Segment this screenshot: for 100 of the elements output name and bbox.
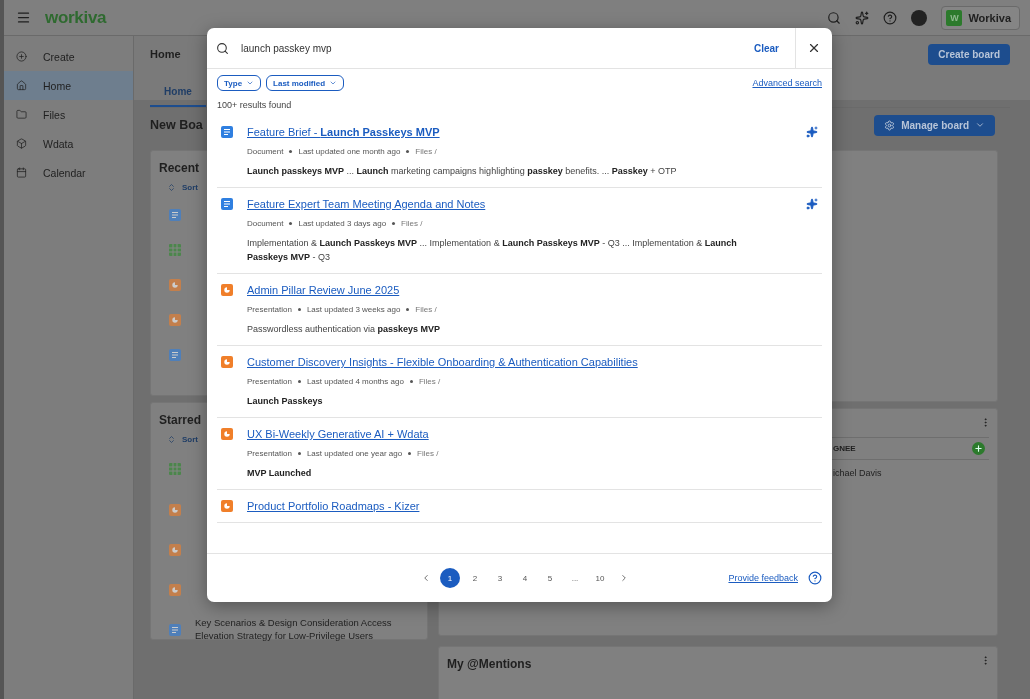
organization-button[interactable]: W Workiva [941,5,1020,30]
document-icon [221,198,233,210]
document-icon [169,209,181,221]
spreadsheet-icon [169,463,181,475]
clear-button[interactable]: Clear [752,38,781,58]
document-icon [221,126,233,138]
sidebar-label: Calendar [43,166,86,179]
add-icon[interactable] [972,442,985,455]
result-location: Files / [417,449,439,458]
page-button[interactable]: 4 [515,568,535,588]
spreadsheet-icon [169,243,181,256]
chevron-right-icon [619,573,629,583]
document-icon [169,349,181,361]
result-title-link[interactable]: Feature Brief - Launch Passkeys MVP [247,125,764,139]
result-title-link[interactable]: UX Bi-Weekly Generative AI + Wdata [247,427,764,441]
presentation-icon [221,356,233,368]
result-snippet: Launch passkeys MVP ... Launch marketing campaigns highlighting passkey benefits. ... Passkey + OTP [247,165,678,178]
cube-icon [16,138,27,149]
home-icon [16,80,27,91]
file-name[interactable]: Key Scenarios & Design Consideration Access Elevation Strategy for Low-Privilege Users [195,616,395,642]
advanced-search-link[interactable]: Advanced search [752,78,822,88]
board-title: New Boa [150,118,203,132]
help-button[interactable] [883,10,898,25]
result-updated: Last updated one year ago [306,449,403,458]
sidebar-label: Files [43,108,66,121]
page-button[interactable]: ... [565,568,585,588]
menu-button[interactable] [16,10,31,25]
result-title-link[interactable]: Product Portfolio Roadmaps - Kizer [247,499,764,513]
result-location: Files / [401,219,423,228]
result-updated: Last updated 3 weeks ago [306,305,401,314]
logo: workiva [45,7,107,28]
sidebar-item[interactable]: Home [4,71,133,100]
chevron-left-icon [421,573,431,583]
feedback-link[interactable]: Provide feedback [728,573,798,583]
result-title-link[interactable]: Feature Expert Team Meeting Agenda and Notes [247,197,764,211]
search-button[interactable] [827,10,842,25]
search-icon [216,41,229,55]
result-type: Document [247,147,284,156]
caret-icon [329,79,338,87]
presentation-icon [169,543,181,556]
result-snippet: Launch Passkeys [247,395,324,408]
caret-icon [246,79,255,87]
card-title: My @Mentions [447,657,532,671]
presentation-icon [169,314,181,326]
result-snippet: Implementation & Launch Passkeys MVP ... Implementation & Launch Passkeys MVP - Q3 ... Implementation & Launch Passkeys MVP - Q3 [247,237,738,264]
card-title: Starred [159,413,202,427]
sidebar-item[interactable]: Files [4,100,133,129]
card-title: Recent [159,161,199,175]
sparkle-button[interactable] [855,10,870,25]
result-type: Presentation [247,449,292,458]
presentation-icon [221,500,233,512]
table-cell: ichael Davis [833,468,882,478]
result-snippet: Passwordless authentication via passkeys MVP [247,323,442,336]
sidebar-item[interactable]: Calendar [4,158,133,187]
result-type: Presentation [247,377,292,386]
sidebar-label: Create [43,50,75,63]
result-location: Files / [418,377,441,386]
avatar[interactable] [911,9,928,26]
sort-icon [167,183,176,192]
caret-icon [975,120,985,130]
presentation-icon [221,284,233,296]
page-button[interactable]: 2 [465,568,485,588]
document-icon [169,623,181,636]
sidebar-item[interactable]: Create [4,42,133,71]
create-board-button[interactable]: Create board [928,43,1010,65]
organization-badge: W [946,9,963,26]
folder-icon [16,109,27,120]
manage-board-button[interactable]: Manage board [874,114,995,136]
result-title-link[interactable]: Customer Discovery Insights - Flexible Onboarding & Authentication Capabilities [247,355,764,369]
sidebar-label: Home [43,79,71,92]
close-icon [807,41,821,55]
page-button[interactable]: 5 [540,568,560,588]
sidebar-label: Wdata [43,137,74,150]
result-snippet: MVP Launched [247,467,313,480]
plus-circle-icon [16,51,27,62]
result-type: Document [247,219,284,228]
presentation-icon [221,428,233,440]
filter-dropdown[interactable]: Type [217,75,262,91]
page-button[interactable]: 10 [590,568,610,588]
presentation-icon [169,279,181,291]
search-field[interactable]: launch passkey mvp Clear [207,28,795,68]
result-updated: Last updated 3 days ago [298,219,387,228]
result-count: 100+ results found [216,99,293,110]
result-type: Presentation [247,305,292,314]
gear-icon [884,119,896,131]
sort-icon [167,435,176,444]
help-icon[interactable] [808,571,822,585]
result-location: Files / [415,147,437,156]
page-button[interactable]: 3 [490,568,510,588]
presentation-icon [169,503,181,516]
result-updated: Last updated one month ago [298,147,401,156]
sidebar-item[interactable]: Wdata [4,129,133,158]
result-title-link[interactable]: Admin Pillar Review June 2025 [247,283,764,297]
column-header: GNEE [833,444,856,453]
page-button[interactable]: 1 [440,568,460,588]
result-location: Files / [415,305,437,314]
result-updated: Last updated 4 months ago [306,377,404,386]
filter-dropdown[interactable]: Last modified [266,75,345,91]
calendar-icon [16,167,27,178]
presentation-icon [169,583,181,596]
